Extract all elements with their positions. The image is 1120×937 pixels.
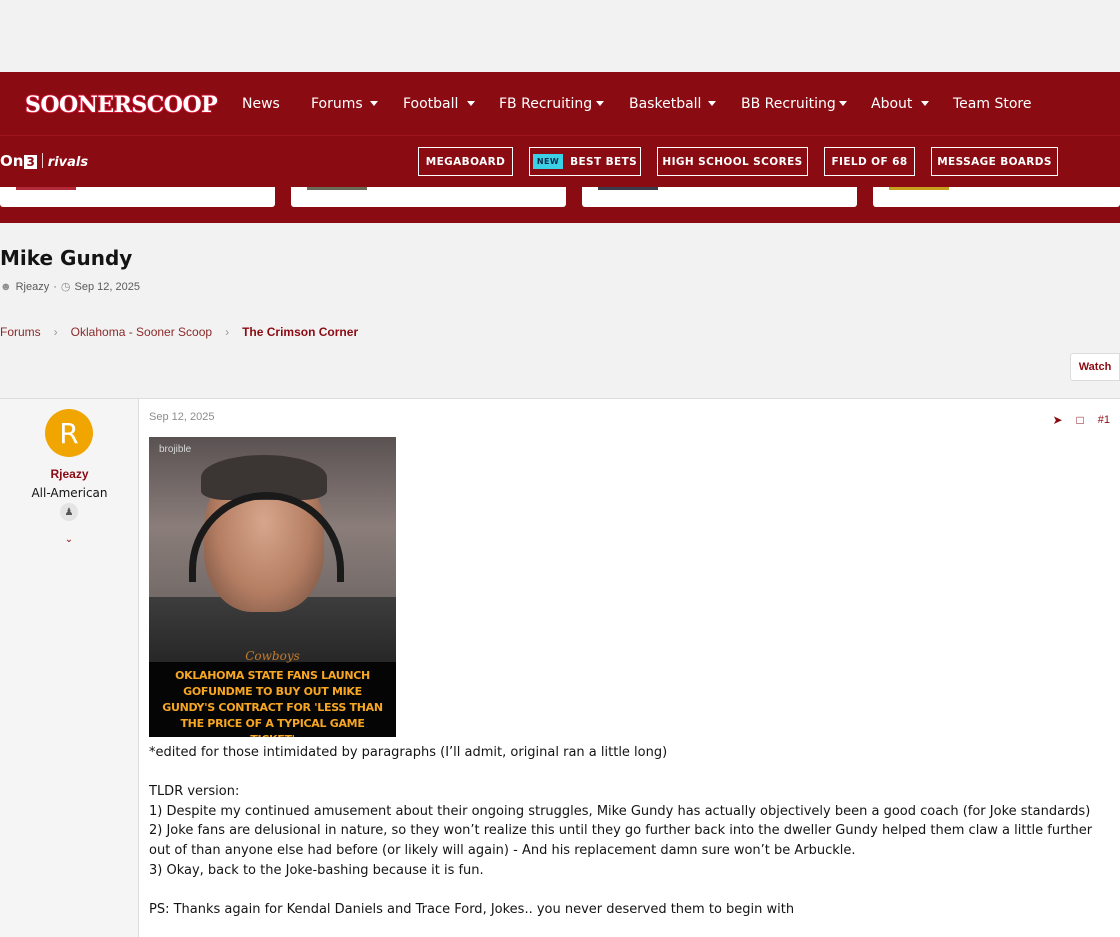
chevron-right-icon: ›: [53, 325, 58, 339]
nav-football[interactable]: Football: [403, 96, 458, 112]
nav-team-store[interactable]: Team Store: [953, 96, 1031, 112]
network-brand[interactable]: On 3 rivals: [0, 152, 88, 170]
nav-news[interactable]: News: [242, 96, 280, 112]
post-line: *edited for those intimidated by paragra…: [149, 745, 668, 760]
breadcrumb-forums[interactable]: Forums: [0, 325, 41, 339]
nav-basketball[interactable]: Basketball: [629, 96, 701, 112]
best-bets-link[interactable]: NEW BEST BETS: [529, 147, 641, 176]
thread-meta: ☻ Rjeazy · ◷ Sep 12, 2025: [0, 280, 140, 294]
nav-football-caret-icon[interactable]: [467, 101, 475, 106]
post-username[interactable]: Rjeazy: [0, 467, 139, 481]
nav-forums[interactable]: Forums: [311, 96, 363, 112]
post-user-column: R Rjeazy All-American ♟ ⌄: [0, 399, 139, 937]
breadcrumb: Forums › Oklahoma - Sooner Scoop › The C…: [0, 325, 358, 339]
post-line: PS: Thanks again for Kendal Daniels and …: [149, 901, 795, 917]
post-date[interactable]: Sep 12, 2025: [149, 411, 214, 423]
new-badge: NEW: [532, 154, 564, 169]
thread-author[interactable]: Rjeazy: [16, 281, 50, 293]
avatar[interactable]: R: [45, 409, 93, 457]
user-title: All-American: [31, 486, 108, 500]
headline-card[interactable]: [873, 187, 1120, 207]
image-watermark: brojible: [159, 444, 192, 455]
megaboard-label: MEGABOARD: [425, 155, 506, 168]
headline-card[interactable]: [582, 187, 857, 207]
clock-icon: ◷: [60, 281, 71, 293]
field-of-68-label: FIELD OF 68: [831, 155, 908, 168]
post-line: 1) Despite my continued amusement about …: [149, 803, 1091, 819]
message-boards-label: MESSAGE BOARDS: [937, 155, 1052, 168]
post-actions: ➤ □ #1: [1052, 413, 1110, 427]
on3-logo-text: On: [0, 152, 24, 170]
image-caption-box: OKLAHOMA STATE FANS LAUNCH GOFUNDME TO B…: [149, 662, 396, 737]
nav-bb-recruiting-caret-icon[interactable]: [839, 101, 847, 106]
bookmark-icon[interactable]: □: [1077, 413, 1084, 427]
nav-bb-recruiting[interactable]: BB Recruiting: [741, 96, 836, 112]
meta-dot: ·: [53, 280, 57, 293]
ad-space: [0, 0, 1120, 72]
brand-divider: [41, 153, 43, 168]
avatar-letter: R: [59, 416, 79, 450]
main-navbar: SOONERSCOOP News Forums Football FB Recr…: [0, 72, 1120, 136]
breadcrumb-sooner-scoop[interactable]: Oklahoma - Sooner Scoop: [71, 325, 212, 339]
message-boards-link[interactable]: MESSAGE BOARDS: [931, 147, 1058, 176]
nav-fb-recruiting[interactable]: FB Recruiting: [499, 96, 592, 112]
post-line: TLDR version:: [149, 784, 240, 800]
post-number[interactable]: #1: [1098, 414, 1110, 426]
high-school-scores-label: HIGH SCHOOL SCORES: [662, 155, 803, 168]
nav-forums-caret-icon[interactable]: [370, 101, 378, 106]
on3-logo-box: 3: [24, 155, 37, 169]
breadcrumb-crimson-corner[interactable]: The Crimson Corner: [242, 325, 358, 339]
user-icon: ☻: [0, 280, 12, 293]
megaboard-link[interactable]: MEGABOARD: [418, 147, 513, 176]
image-caption: OKLAHOMA STATE FANS LAUNCH GOFUNDME TO B…: [162, 669, 383, 737]
watch-label: Watch: [1078, 361, 1112, 373]
nav-about-caret-icon[interactable]: [921, 101, 929, 106]
high-school-scores-link[interactable]: HIGH SCHOOL SCORES: [657, 147, 808, 176]
post-gap: [149, 880, 1111, 900]
nav-basketball-caret-icon[interactable]: [708, 101, 716, 106]
headline-card-thumb: [307, 187, 367, 190]
post-image[interactable]: brojible OKLAHOMA STATE FANS LAUNCH GOFU…: [149, 437, 396, 737]
post-line: 3) Okay, back to the Joke-bashing becaus…: [149, 862, 484, 878]
rivals-logo-text: rivals: [47, 155, 89, 170]
headline-card[interactable]: [0, 187, 275, 207]
nav-fb-recruiting-caret-icon[interactable]: [596, 101, 604, 106]
nav-about[interactable]: About: [871, 96, 912, 112]
share-icon[interactable]: ➤: [1052, 413, 1062, 427]
post-body: *edited for those intimidated by paragra…: [149, 743, 1111, 919]
headline-card-strip: [0, 187, 1120, 223]
image-logo: Cowboys: [245, 649, 300, 663]
thread-date[interactable]: Sep 12, 2025: [74, 281, 139, 293]
post-gap: [149, 763, 1111, 783]
post: R Rjeazy All-American ♟ ⌄ Sep 12, 2025 ➤…: [0, 398, 1120, 937]
headline-card-thumb: [16, 187, 76, 190]
field-of-68-link[interactable]: FIELD OF 68: [824, 147, 915, 176]
nav-links: News Forums Football FB Recruiting Baske…: [0, 72, 1120, 136]
watch-button[interactable]: Watch: [1070, 353, 1120, 381]
thread-title: Mike Gundy: [0, 246, 133, 270]
network-subbar: On 3 rivals MEGABOARD NEW BEST BETS HIGH SC…: [0, 136, 1120, 187]
headline-card[interactable]: [291, 187, 566, 207]
chevron-right-icon: ›: [225, 325, 230, 339]
headline-card-thumb: [889, 187, 949, 190]
chevron-down-icon[interactable]: ⌄: [61, 534, 77, 548]
post-line: 2) Joke fans are delusional in nature, s…: [149, 823, 1093, 858]
best-bets-label: BEST BETS: [570, 155, 638, 168]
user-badge-icon[interactable]: ♟: [60, 503, 78, 521]
headline-card-thumb: [598, 187, 658, 190]
